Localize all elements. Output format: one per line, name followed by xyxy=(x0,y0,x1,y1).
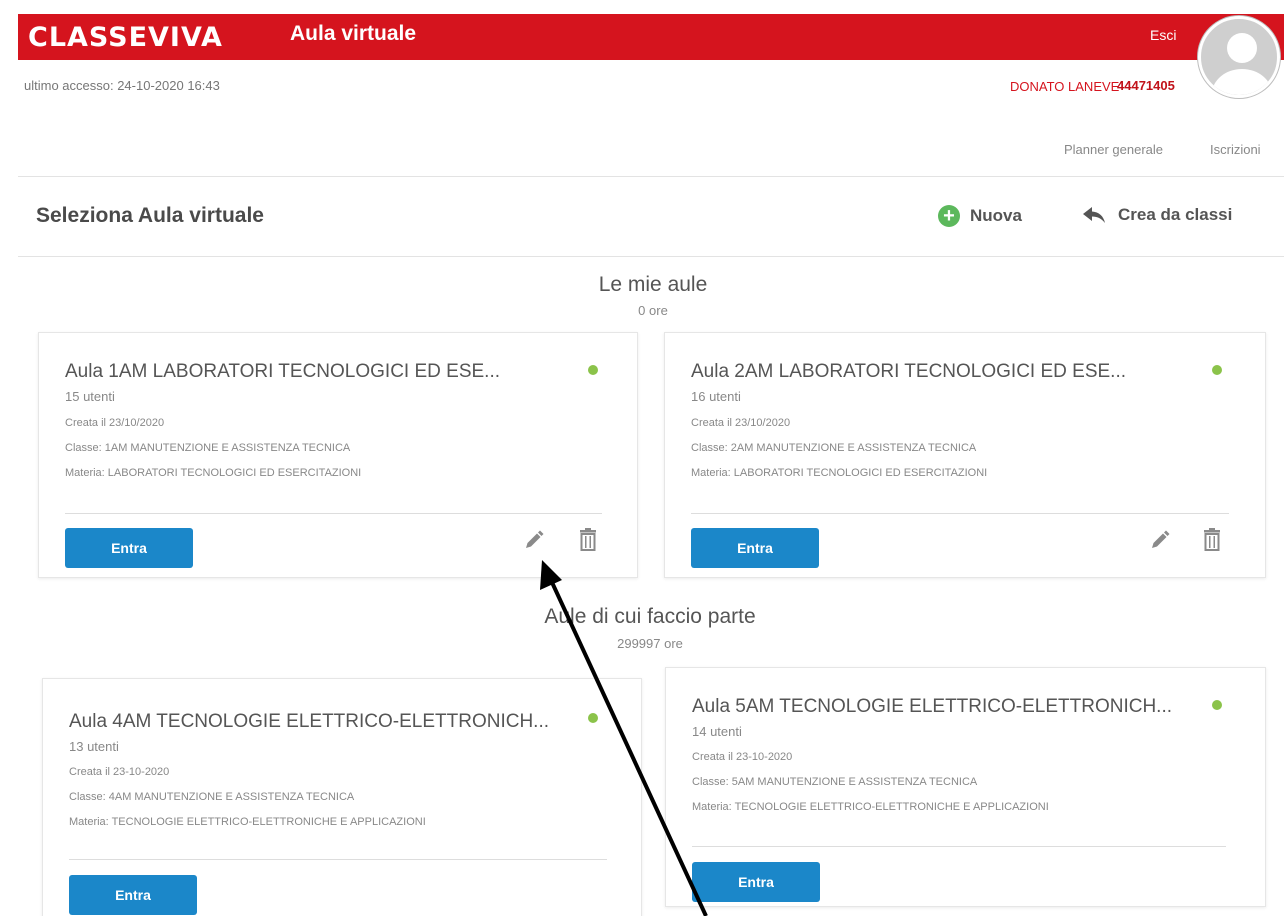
my-classrooms-title: Le mie aule xyxy=(598,273,708,296)
card-divider xyxy=(692,846,1226,847)
logout-link[interactable]: Esci xyxy=(1150,27,1176,43)
classroom-subject: Materia: TECNOLOGIE ELETTRICO-ELETTRONIC… xyxy=(69,816,426,828)
new-classroom-label: Nuova xyxy=(970,206,1022,225)
create-from-classes-label: Crea da classi xyxy=(1118,205,1233,224)
status-dot-icon xyxy=(588,713,598,723)
trash-icon[interactable] xyxy=(1201,527,1223,551)
last-access-text: ultimo accesso: 24-10-2020 16:43 xyxy=(24,78,220,93)
classroom-title[interactable]: Aula 4AM TECNOLOGIE ELETTRICO-ELETTRONIC… xyxy=(69,711,549,733)
nav-planner-generale[interactable]: Planner generale xyxy=(1064,142,1163,157)
new-classroom-button[interactable]: + Nuova xyxy=(938,205,1022,227)
card-divider xyxy=(691,513,1229,514)
plus-circle-icon: + xyxy=(938,205,960,227)
pencil-icon[interactable] xyxy=(523,529,545,553)
trash-icon[interactable] xyxy=(577,527,599,551)
classroom-subject: Materia: LABORATORI TECNOLOGICI ED ESERC… xyxy=(65,467,362,479)
divider xyxy=(18,176,1284,177)
avatar-body xyxy=(1212,69,1272,95)
classroom-card-4am: Aula 4AM TECNOLOGIE ELETTRICO-ELETTRONIC… xyxy=(42,678,642,916)
classroom-users: 15 utenti xyxy=(65,389,115,404)
classroom-class: Classe: 2AM MANUTENZIONE E ASSISTENZA TE… xyxy=(691,442,977,454)
user-code: 44471405 xyxy=(1117,78,1175,93)
user-name: DONATO LANEVE xyxy=(1010,79,1120,94)
my-classrooms-hours: 0 ore xyxy=(638,303,668,318)
enter-button[interactable]: Entra xyxy=(692,862,820,902)
pencil-icon[interactable] xyxy=(1149,529,1171,553)
classeviva-logo[interactable]: CLASSEVIVA xyxy=(28,22,223,53)
enter-button[interactable]: Entra xyxy=(691,528,819,568)
classroom-class: Classe: 4AM MANUTENZIONE E ASSISTENZA TE… xyxy=(69,791,355,803)
member-classrooms-hours: 299997 ore xyxy=(617,636,683,651)
classroom-subject: Materia: TECNOLOGIE ELETTRICO-ELETTRONIC… xyxy=(692,801,1049,813)
classroom-card-5am: Aula 5AM TECNOLOGIE ELETTRICO-ELETTRONIC… xyxy=(665,667,1266,907)
avatar-head xyxy=(1227,33,1257,63)
top-header: CLASSEVIVA Aula virtuale Esci xyxy=(0,0,1284,60)
enter-button[interactable]: Entra xyxy=(69,875,197,915)
divider xyxy=(18,256,1284,257)
classroom-created: Creata il 23-10-2020 xyxy=(692,751,793,763)
classroom-users: 13 utenti xyxy=(69,739,119,754)
card-divider xyxy=(69,859,607,860)
classroom-created: Creata il 23/10/2020 xyxy=(691,417,791,429)
classroom-users: 16 utenti xyxy=(691,389,741,404)
classroom-created: Creata il 23/10/2020 xyxy=(65,417,165,429)
user-avatar[interactable] xyxy=(1198,16,1280,98)
classroom-title[interactable]: Aula 1AM LABORATORI TECNOLOGICI ED ESE..… xyxy=(65,361,500,383)
card-divider xyxy=(65,513,602,514)
status-dot-icon xyxy=(1212,365,1222,375)
classroom-created: Creata il 23-10-2020 xyxy=(69,766,170,778)
reply-arrow-icon xyxy=(1083,207,1105,223)
classroom-class: Classe: 5AM MANUTENZIONE E ASSISTENZA TE… xyxy=(692,776,978,788)
classroom-card-2am: Aula 2AM LABORATORI TECNOLOGICI ED ESE..… xyxy=(664,332,1266,578)
app-title: Aula virtuale xyxy=(290,22,417,45)
nav-iscrizioni[interactable]: Iscrizioni xyxy=(1210,142,1261,157)
member-classrooms-title: Aule di cui faccio parte xyxy=(544,605,756,628)
classroom-class: Classe: 1AM MANUTENZIONE E ASSISTENZA TE… xyxy=(65,442,351,454)
classroom-title[interactable]: Aula 2AM LABORATORI TECNOLOGICI ED ESE..… xyxy=(691,361,1126,383)
classroom-card-1am: Aula 1AM LABORATORI TECNOLOGICI ED ESE..… xyxy=(38,332,638,578)
create-from-classes-button[interactable]: Crea da classi xyxy=(1082,205,1232,225)
classroom-subject: Materia: LABORATORI TECNOLOGICI ED ESERC… xyxy=(691,467,988,479)
classroom-users: 14 utenti xyxy=(692,724,742,739)
enter-button[interactable]: Entra xyxy=(65,528,193,568)
status-dot-icon xyxy=(588,365,598,375)
status-dot-icon xyxy=(1212,700,1222,710)
classroom-title[interactable]: Aula 5AM TECNOLOGIE ELETTRICO-ELETTRONIC… xyxy=(692,696,1172,718)
page-title: Seleziona Aula virtuale xyxy=(36,204,264,227)
